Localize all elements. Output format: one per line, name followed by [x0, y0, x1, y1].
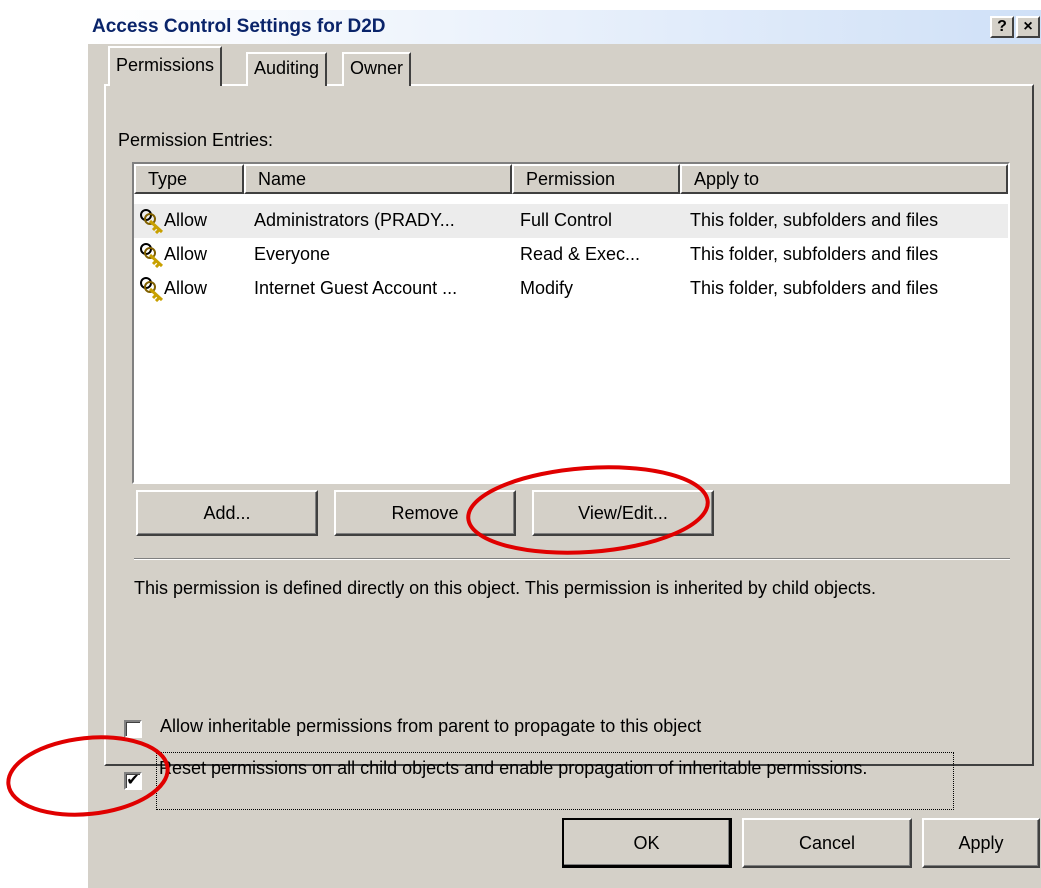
tab-permissions-label: Permissions — [116, 55, 215, 75]
annotation-overlay — [6, 465, 710, 817]
annotation-circle-reset-checkbox — [6, 735, 170, 817]
tab-permissions[interactable]: Permissions — [108, 46, 223, 86]
annotation-circle-view-edit — [466, 465, 710, 555]
